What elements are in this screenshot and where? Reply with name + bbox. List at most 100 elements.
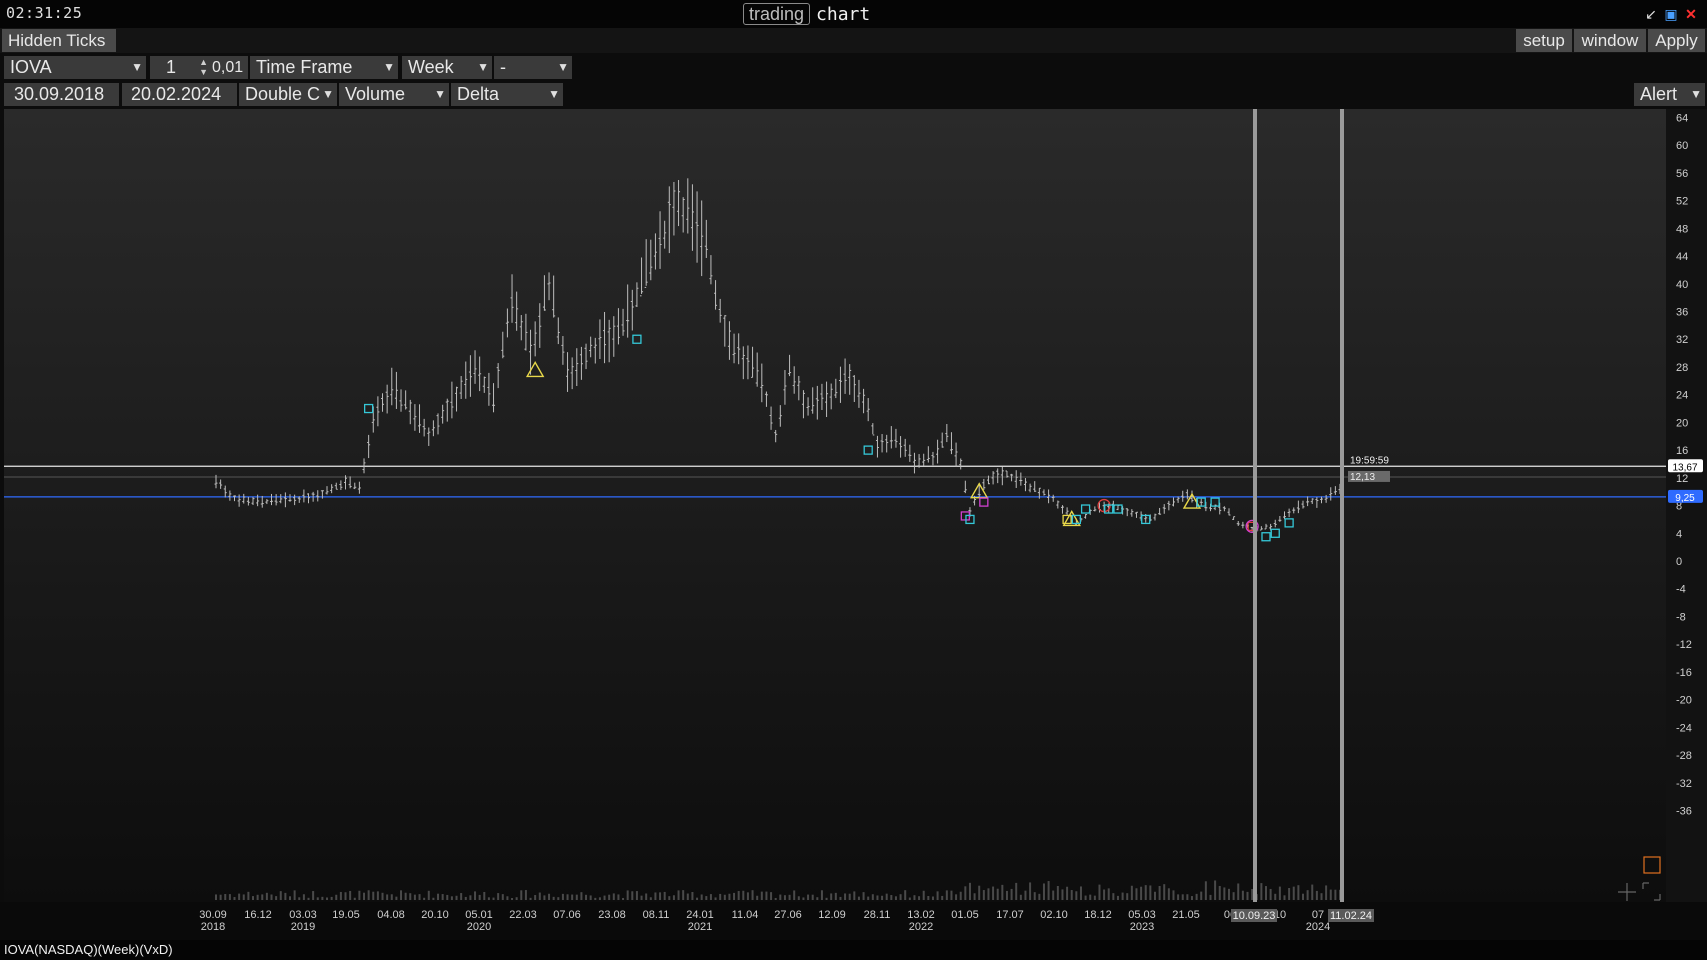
volume-bar [913, 895, 916, 900]
volume-bar [862, 892, 865, 900]
y-tick-label: 12 [1676, 473, 1688, 485]
volume-bar [302, 894, 305, 900]
y-tick-label: 20 [1676, 417, 1688, 429]
y-tick-label: 40 [1676, 279, 1688, 291]
volume-bar [881, 895, 884, 900]
range-row: 30.09.2018 20.02.2024 Double C ▼ Volume … [0, 82, 1707, 107]
volume-bar [238, 893, 241, 900]
volume-bar [1167, 888, 1170, 900]
y-tick-label: 24 [1676, 390, 1688, 402]
maximize-icon[interactable]: ▣ [1663, 6, 1679, 22]
volume-bar [654, 892, 657, 900]
volume-bar [830, 893, 833, 900]
volume-bar [834, 892, 837, 900]
extra-select[interactable]: - ▼ [494, 56, 572, 79]
volume-bar [783, 895, 786, 900]
y-tick-label: 28 [1676, 362, 1688, 374]
volume-bar [1042, 883, 1045, 900]
volume-bar [326, 897, 329, 900]
volume-bar [645, 893, 648, 900]
volume-bar [524, 890, 527, 900]
volume-bar [501, 894, 504, 900]
volume-bar [390, 894, 393, 900]
volume-bar [982, 890, 985, 900]
setup-button[interactable]: setup [1516, 29, 1572, 52]
volume-bar [631, 891, 634, 900]
volume-bar [691, 891, 694, 900]
apply-button[interactable]: Apply [1648, 29, 1705, 52]
volume-bar [1079, 886, 1082, 900]
stepper-arrows-icon[interactable]: ▲ ▼ [199, 57, 208, 77]
volume-bar [400, 890, 403, 900]
volume-bar [839, 896, 842, 900]
symbol-select[interactable]: IOVA ▼ [4, 56, 146, 79]
volume-bar [432, 897, 435, 900]
volume-bar [705, 896, 708, 900]
y-tick-label: 60 [1676, 140, 1688, 152]
volume-bar [256, 894, 259, 900]
volume-bar [270, 894, 273, 900]
volume-bar [885, 893, 888, 900]
volume-bar [1195, 893, 1198, 900]
volume-bar [1297, 885, 1300, 900]
volume-bar [395, 896, 398, 900]
volume-bar [857, 896, 860, 900]
volume-bar [1116, 895, 1119, 900]
volume-bar [534, 895, 537, 900]
volume-bar [603, 895, 606, 900]
volume-bar [224, 894, 227, 900]
indicator2-select[interactable]: Delta ▼ [451, 83, 563, 106]
volume-bar [1269, 888, 1272, 900]
y-tick-label: 36 [1676, 307, 1688, 319]
y-tick-label: 4 [1676, 528, 1682, 540]
extra-value: - [500, 57, 506, 77]
title-bar: 02:31:25 trading chart ↙ ▣ ✕ [0, 0, 1707, 28]
volume-bar [1283, 895, 1286, 900]
alert-select[interactable]: Alert ▼ [1634, 83, 1705, 106]
y-tick-label: 0 [1676, 556, 1682, 568]
volume-bar [455, 895, 458, 900]
price-chart[interactable]: 6460565248444036322824201612840-4-8-12-1… [0, 109, 1707, 940]
volume-bar [709, 894, 712, 900]
date-to-field[interactable]: 20.02.2024 [122, 83, 237, 106]
x-tick-label: 11.04 [732, 909, 759, 921]
close-icon[interactable]: ✕ [1683, 6, 1699, 22]
multiplier-stepper[interactable]: 1 ▲ ▼ [150, 56, 210, 79]
x-tick-label: 30.09 [199, 909, 227, 921]
volume-bar [996, 888, 999, 900]
chart-area[interactable]: 64 60 56 52 48 44 40 36 32 28 24 20 16 12 8 4 0 -4 -8 -12 -1… [0, 109, 1707, 940]
indicator1-select[interactable]: Volume ▼ [339, 83, 449, 106]
step-value: 0,01 [212, 59, 244, 76]
step-field[interactable]: 0,01 [210, 56, 248, 79]
volume-bar [1015, 882, 1018, 900]
hidden-ticks-button[interactable]: Hidden Ticks [2, 29, 116, 52]
x-tick-label: 24.01 [686, 909, 714, 921]
timeframe-select[interactable]: Time Frame ▼ [250, 56, 398, 79]
price-tag-blue-label: 9,25 [1675, 493, 1695, 504]
x-tick-label: 21.05 [1172, 909, 1200, 921]
chevron-down-icon: ▼ [383, 60, 395, 74]
chevron-down-icon: ▼ [131, 60, 143, 74]
volume-bar [802, 897, 805, 900]
window-button[interactable]: window [1574, 29, 1646, 52]
symbol-row: IOVA ▼ 1 ▲ ▼ 0,01 Time Frame ▼ Week ▼ - ▼ [0, 55, 1707, 80]
volume-bar [1089, 894, 1092, 900]
volume-bar [1066, 886, 1069, 900]
volume-bar [1306, 890, 1309, 900]
volume-bar [413, 894, 416, 900]
volume-bar [418, 894, 421, 900]
volume-bar [626, 890, 629, 900]
y-tick-label: -8 [1676, 611, 1686, 623]
minimize-icon[interactable]: ↙ [1643, 6, 1659, 22]
period-select[interactable]: Week ▼ [402, 56, 492, 79]
volume-bar [284, 892, 287, 900]
volume-bar [1204, 881, 1207, 900]
volume-bar [682, 890, 685, 900]
chart-type-select[interactable]: Double C ▼ [239, 83, 337, 106]
volume-bar [848, 893, 851, 900]
volume-bar [918, 896, 921, 900]
volume-bar [293, 890, 296, 900]
x-tick-label: 19.05 [332, 909, 360, 921]
date-from-field[interactable]: 30.09.2018 [4, 83, 119, 106]
volume-bar [427, 890, 430, 900]
